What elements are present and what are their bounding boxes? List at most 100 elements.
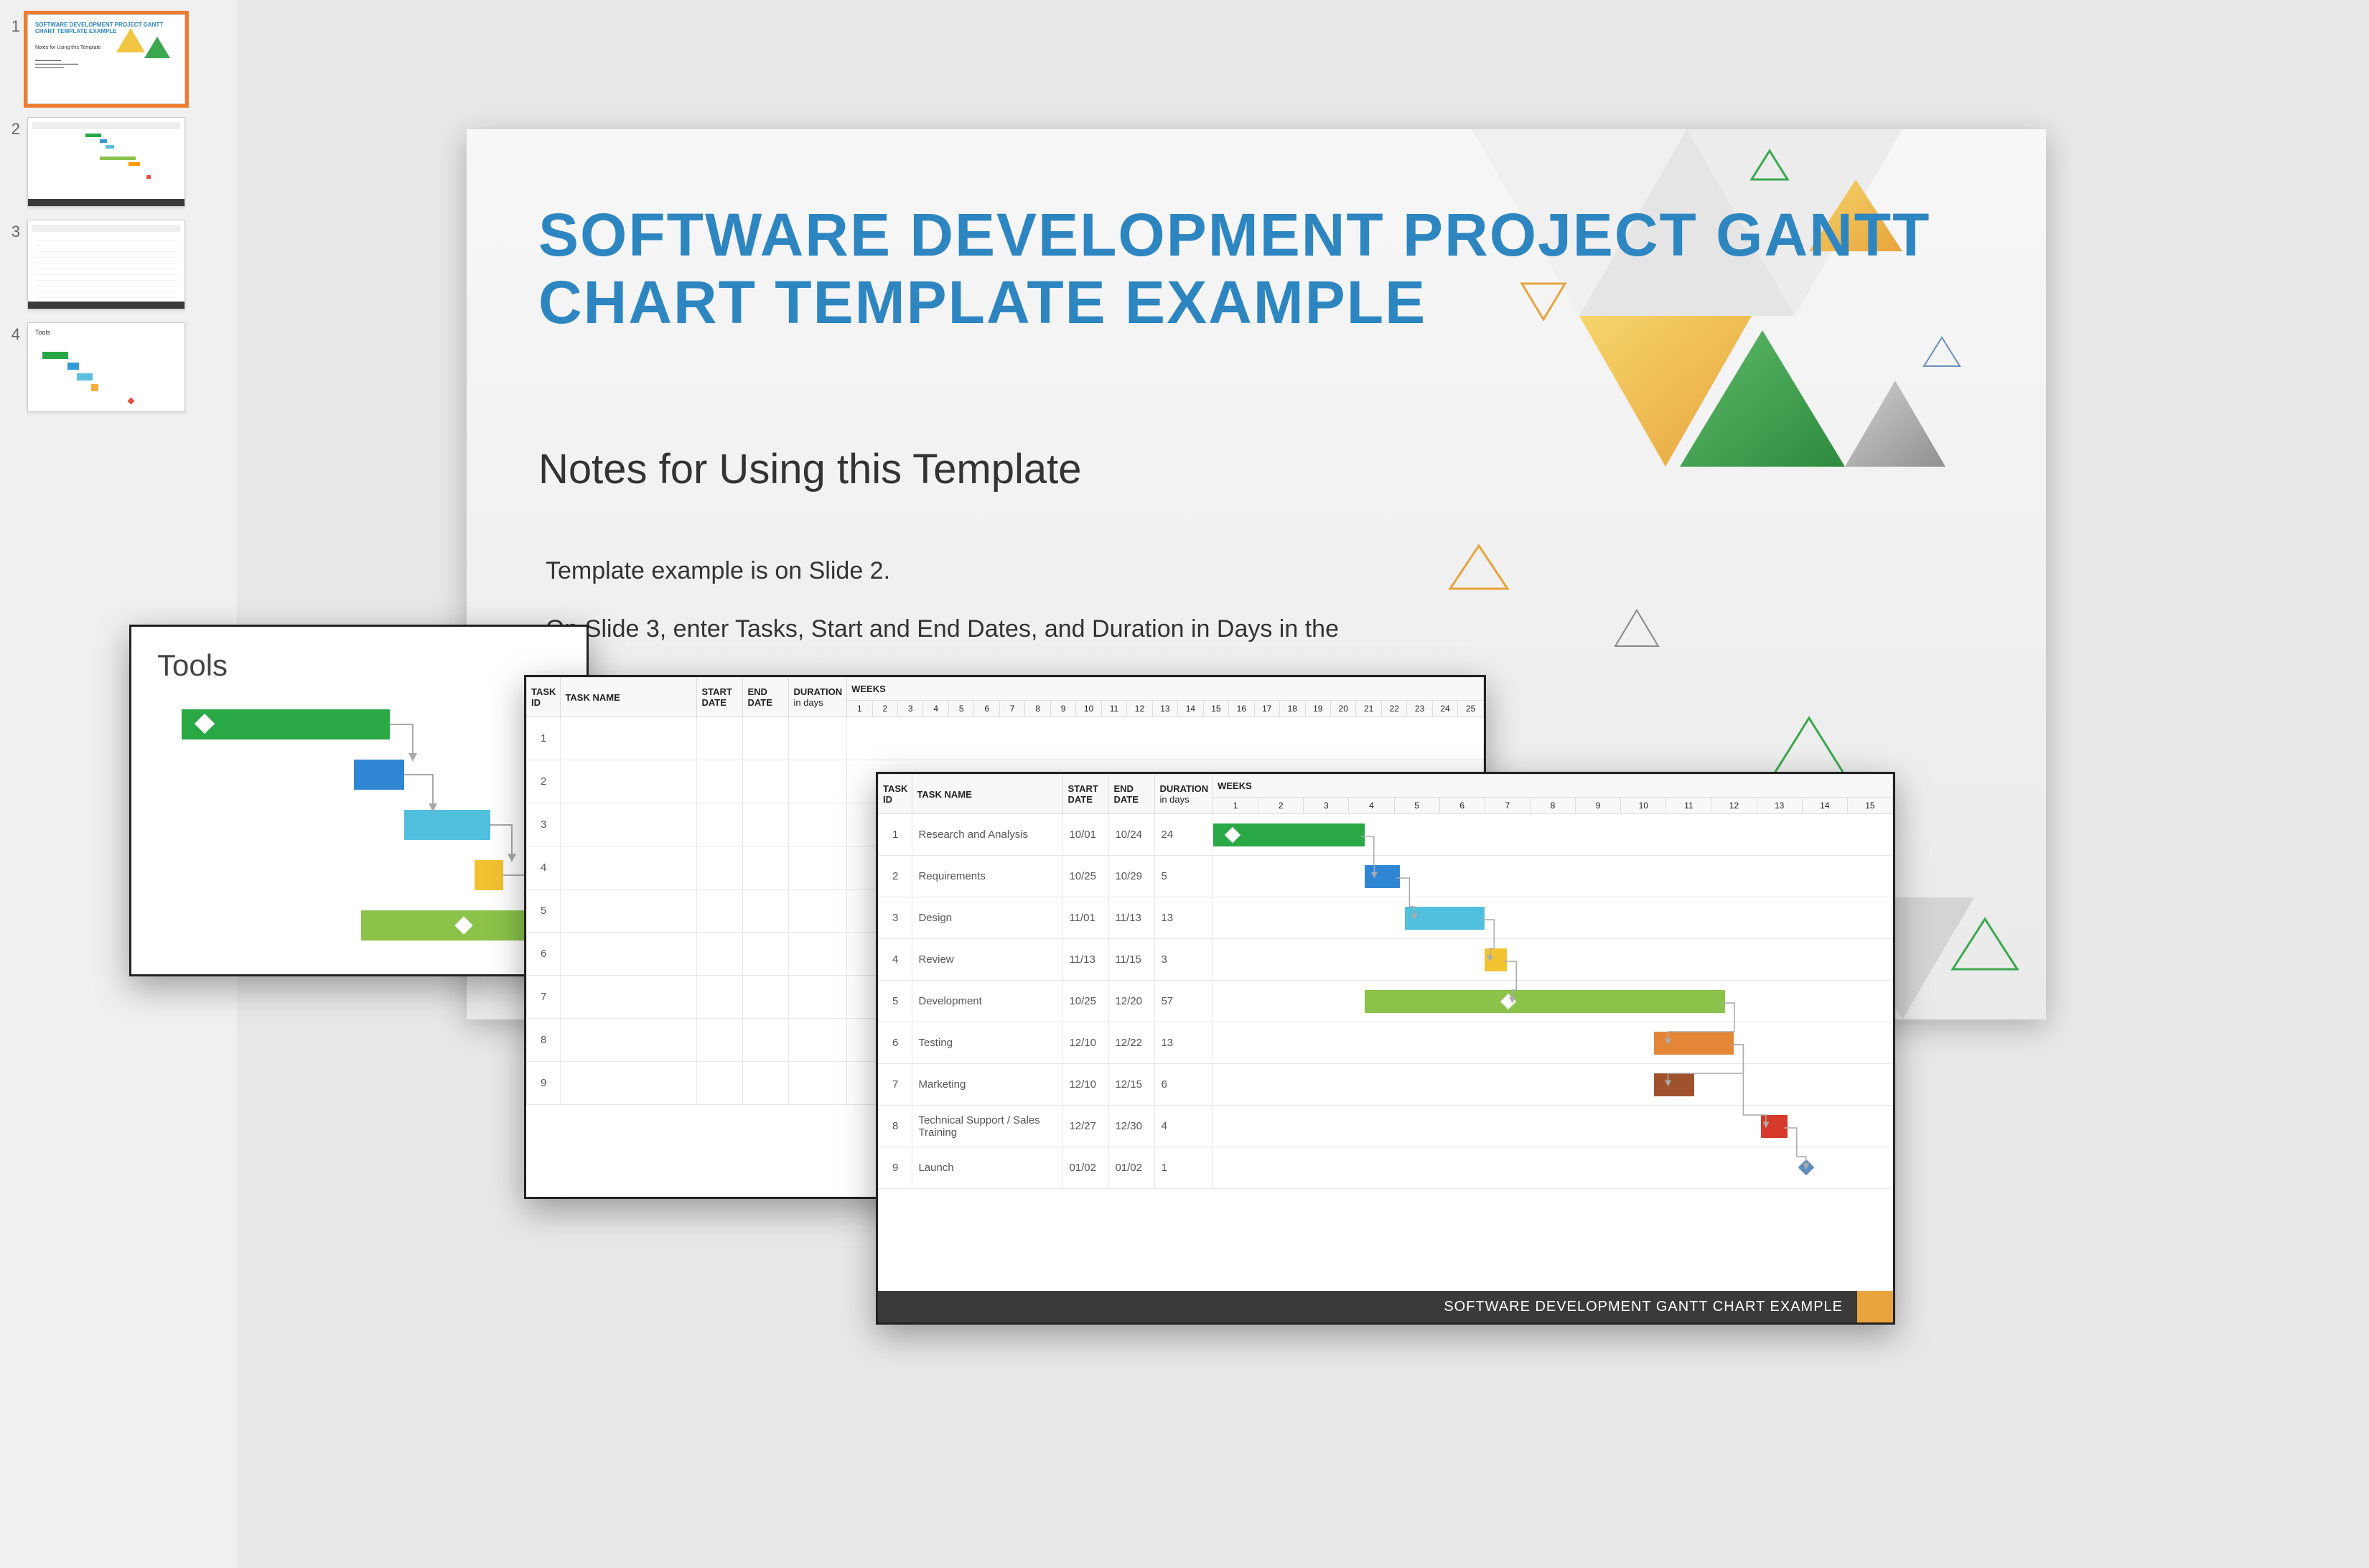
col-task-id: TASK ID (879, 775, 912, 814)
footer-title: SOFTWARE DEVELOPMENT GANTT CHART EXAMPLE (1444, 1299, 1843, 1315)
thumbnail-number: 3 (7, 220, 27, 241)
cell: 5 (879, 981, 912, 1022)
week-header: 1 (1213, 798, 1258, 814)
table-row: 5Development10/2512/2057 (879, 981, 1893, 1022)
cell: 10/25 (1063, 856, 1109, 897)
cell: 8 (879, 1106, 912, 1147)
mini-footer (28, 302, 184, 309)
gantt-bar (404, 810, 490, 840)
gantt-cell (1213, 939, 1893, 981)
week-header: 8 (1530, 798, 1575, 814)
gantt-cell (1213, 1147, 1893, 1189)
cell: Review (912, 939, 1063, 981)
thumbnail-4[interactable]: 4 Tools (7, 322, 230, 412)
cell: 11/15 (1109, 939, 1155, 981)
col-task-name: TASK NAME (912, 775, 1063, 814)
week-header: 8 (1025, 701, 1050, 717)
cell: 57 (1155, 981, 1213, 1022)
thumbnail-2[interactable]: 2 (7, 117, 230, 207)
cell: 12/10 (1063, 1022, 1109, 1064)
triangle-icon (116, 28, 145, 52)
mini-grid (35, 235, 177, 302)
mini-bar (85, 134, 101, 137)
gantt-bar (1761, 1115, 1788, 1138)
week-header: 22 (1381, 701, 1406, 717)
week-header: 6 (974, 701, 999, 717)
slide-title[interactable]: SOFTWARE DEVELOPMENT PROJECT GANTT CHART… (538, 201, 2046, 336)
week-header: 1 (847, 701, 872, 717)
mini-subtitle: Notes for Using this Template (35, 45, 101, 50)
week-header: 24 (1432, 701, 1457, 717)
gantt-bar (1654, 1073, 1694, 1096)
week-header: 13 (1757, 798, 1802, 814)
gantt-cell (1213, 897, 1893, 939)
cell: 1 (1155, 1147, 1213, 1189)
table-row: 1Research and Analysis10/0110/2424 (879, 814, 1893, 856)
mini-title: Tools (35, 329, 50, 336)
mini-footer (28, 199, 184, 206)
thumbnail-preview[interactable] (27, 117, 185, 207)
week-header: 9 (1576, 798, 1621, 814)
cell: Development (912, 981, 1063, 1022)
thumbnail-preview[interactable]: SOFTWARE DEVELOPMENT PROJECT GANTT CHART… (27, 14, 185, 104)
col-weeks: WEEKS (1213, 775, 1893, 798)
week-header: 20 (1330, 701, 1355, 717)
thumbnail-number: 4 (7, 322, 27, 344)
cell: 01/02 (1109, 1147, 1155, 1189)
triangle-icon (144, 37, 170, 58)
week-header: 15 (1847, 798, 1892, 814)
week-header: 2 (872, 701, 897, 717)
week-header: 21 (1356, 701, 1381, 717)
mini-bar (91, 384, 98, 391)
week-header: 7 (1485, 798, 1530, 814)
cell: 9 (879, 1147, 912, 1189)
mini-bar (129, 162, 140, 166)
table-row: 6Testing12/1012/2213 (879, 1022, 1893, 1064)
gantt-bar (1365, 990, 1725, 1013)
gantt-bar (1405, 907, 1485, 930)
cell: Research and Analysis (912, 814, 1063, 856)
week-header: 3 (1304, 798, 1349, 814)
col-weeks: WEEKS (847, 678, 1484, 701)
cell: 2 (879, 856, 912, 897)
gantt-cell (1213, 814, 1893, 856)
col-start-date: START DATE (697, 678, 743, 717)
thumbnail-preview[interactable] (27, 220, 185, 309)
table-row: 8Technical Support / Sales Training12/27… (879, 1106, 1893, 1147)
mini-header (32, 225, 180, 232)
week-header: 14 (1178, 701, 1203, 717)
week-header: 10 (1076, 701, 1101, 717)
footer-accent (1857, 1291, 1893, 1322)
body-line: Template example is on Slide 2. (546, 553, 1400, 589)
mini-title: SOFTWARE DEVELOPMENT PROJECT GANTT CHART… (35, 22, 184, 35)
cell: 1 (879, 814, 912, 856)
table-row: 7Marketing12/1012/156 (879, 1064, 1893, 1106)
cell: 10/29 (1109, 856, 1155, 897)
cell: 3 (1155, 939, 1213, 981)
thumbnail-1[interactable]: 1 SOFTWARE DEVELOPMENT PROJECT GANTT CHA… (7, 14, 230, 104)
mini-bar (100, 139, 107, 143)
mini-bar (42, 352, 68, 359)
week-header: 12 (1711, 798, 1757, 814)
week-header: 16 (1229, 701, 1254, 717)
col-end-date: END DATE (1109, 775, 1155, 814)
col-duration: DURATIONin days (1155, 775, 1213, 814)
slide-body-text[interactable]: Template example is on Slide 2. On Slide… (546, 553, 1400, 669)
cell: 5 (1155, 856, 1213, 897)
slide-subtitle[interactable]: Notes for Using this Template (538, 445, 1082, 493)
cell: 11/01 (1063, 897, 1109, 939)
col-task-name: TASK NAME (561, 678, 697, 717)
gantt-bar (1485, 948, 1507, 971)
thumbnail-preview[interactable]: Tools (27, 322, 185, 412)
cell: 12/15 (1109, 1064, 1155, 1106)
week-header: 19 (1305, 701, 1330, 717)
thumbnail-3[interactable]: 3 (7, 220, 230, 309)
week-header: 2 (1258, 798, 1304, 814)
cell: 10/01 (1063, 814, 1109, 856)
preview-card-gantt-example: TASK ID TASK NAME START DATE END DATE DU… (876, 772, 1895, 1325)
week-header: 4 (923, 701, 948, 717)
table-row: 1 (527, 717, 1484, 760)
cell: 12/20 (1109, 981, 1155, 1022)
week-header: 12 (1127, 701, 1152, 717)
cell: 10/24 (1109, 814, 1155, 856)
